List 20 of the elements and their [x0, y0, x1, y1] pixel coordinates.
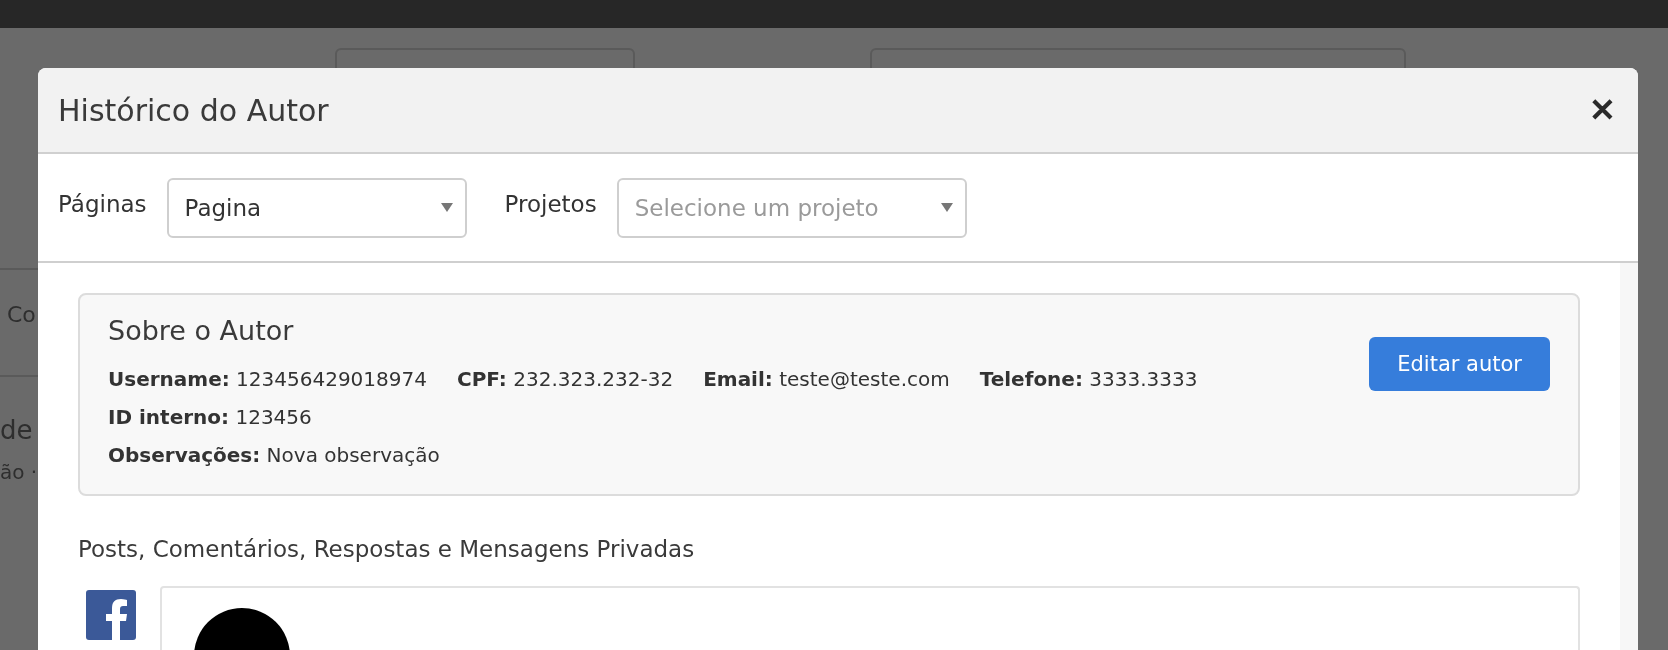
close-button[interactable]: ✕: [1589, 94, 1616, 126]
author-field: Username: 123456429018974: [108, 360, 427, 398]
author-field: Email: teste@teste.com: [703, 360, 950, 398]
facebook-icon: [86, 590, 136, 640]
author-field: Telefone: 3333.3333: [979, 360, 1198, 398]
caret-icon: [940, 203, 953, 212]
background-text: de: [0, 415, 33, 445]
filter-label: Páginas: [58, 190, 147, 217]
author-field: CPF: 232.323.232-32: [456, 360, 674, 398]
card-title: Sobre o Autor: [108, 315, 295, 346]
author-field: ID interno: 123456: [108, 398, 312, 436]
filter-label: Projetos: [504, 190, 597, 217]
author-field: Observações: Nova observação: [108, 436, 440, 474]
caret-icon: [440, 203, 453, 212]
select-field[interactable]: Pagina: [166, 177, 467, 238]
background-text: Co: [7, 302, 36, 327]
edit-author-button[interactable]: Editar autor: [1369, 337, 1550, 391]
section-heading: Posts, Comentários, Respostas e Mensagens Privadas: [78, 536, 696, 562]
background-text: ão ·: [0, 460, 38, 484]
modal-title: Histórico do Autor: [58, 92, 329, 128]
